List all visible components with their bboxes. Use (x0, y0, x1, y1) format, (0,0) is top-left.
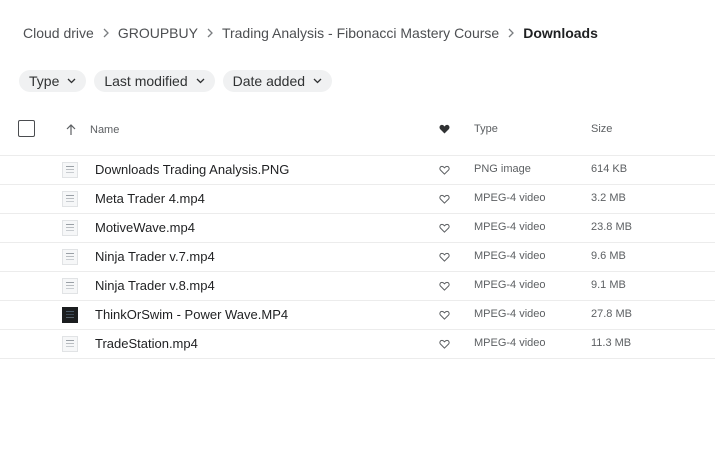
file-size: 11.3 MB (591, 337, 632, 349)
type-column-header[interactable]: Type (474, 123, 498, 135)
breadcrumb-groupbuy[interactable]: GROUPBUY (118, 25, 198, 41)
video-thumb-icon (62, 336, 78, 352)
heart-outline-icon[interactable] (439, 194, 450, 204)
table-row[interactable]: Ninja Trader v.7.mp4 MPEG-4 video 9.6 MB (0, 243, 715, 272)
table-row[interactable]: Downloads Trading Analysis.PNG PNG image… (0, 156, 715, 185)
file-size: 23.8 MB (591, 221, 632, 233)
file-list: Downloads Trading Analysis.PNG PNG image… (0, 156, 715, 359)
select-all-checkbox[interactable] (18, 120, 35, 137)
date-added-filter-label: Date added (232, 73, 306, 89)
filter-bar: Type Last modified Date added (19, 70, 333, 92)
file-type: MPEG-4 video (474, 308, 546, 320)
video-thumb-icon (62, 249, 78, 265)
file-size: 9.1 MB (591, 279, 626, 291)
breadcrumb-cloud-drive[interactable]: Cloud drive (23, 25, 94, 41)
type-filter-label: Type (29, 73, 60, 89)
table-row[interactable]: Ninja Trader v.8.mp4 MPEG-4 video 9.1 MB (0, 272, 715, 301)
file-name: ThinkOrSwim - Power Wave.MP4 (95, 307, 289, 322)
last-modified-filter-button[interactable]: Last modified (94, 70, 215, 92)
heart-outline-icon[interactable] (439, 339, 450, 349)
table-header: Name Type Size (0, 112, 715, 156)
size-column-header[interactable]: Size (591, 123, 612, 135)
heart-outline-icon[interactable] (439, 165, 450, 175)
file-type: MPEG-4 video (474, 250, 546, 262)
file-size: 27.8 MB (591, 308, 632, 320)
heart-outline-icon[interactable] (439, 310, 450, 320)
file-name: MotiveWave.mp4 (95, 220, 195, 235)
heart-outline-icon[interactable] (439, 223, 450, 233)
type-filter-button[interactable]: Type (19, 70, 87, 92)
chevron-right-icon (94, 28, 118, 38)
date-added-filter-button[interactable]: Date added (222, 70, 333, 92)
chevron-right-icon (198, 28, 222, 38)
file-type: MPEG-4 video (474, 337, 546, 349)
video-thumb-icon (62, 220, 78, 236)
file-name: Meta Trader 4.mp4 (95, 191, 205, 206)
file-name: Downloads Trading Analysis.PNG (95, 162, 290, 177)
file-type: PNG image (474, 163, 531, 175)
file-type: MPEG-4 video (474, 192, 546, 204)
video-thumb-dark-icon (62, 307, 78, 323)
chevron-down-icon (196, 78, 205, 84)
file-name: Ninja Trader v.7.mp4 (95, 249, 215, 264)
table-row[interactable]: ThinkOrSwim - Power Wave.MP4 MPEG-4 vide… (0, 301, 715, 330)
sort-ascending-icon[interactable] (66, 124, 76, 136)
heart-filled-icon[interactable] (439, 124, 450, 134)
chevron-right-icon (499, 28, 523, 38)
heart-outline-icon[interactable] (439, 281, 450, 291)
chevron-down-icon (313, 78, 322, 84)
breadcrumb-trading-analysis[interactable]: Trading Analysis - Fibonacci Mastery Cou… (222, 25, 499, 41)
table-row[interactable]: TradeStation.mp4 MPEG-4 video 11.3 MB (0, 330, 715, 359)
image-thumb-icon (62, 162, 78, 178)
file-type: MPEG-4 video (474, 279, 546, 291)
breadcrumb-downloads: Downloads (523, 25, 598, 41)
video-thumb-icon (62, 191, 78, 207)
chevron-down-icon (67, 78, 76, 84)
file-size: 3.2 MB (591, 192, 626, 204)
file-type: MPEG-4 video (474, 221, 546, 233)
file-name: Ninja Trader v.8.mp4 (95, 278, 215, 293)
file-name: TradeStation.mp4 (95, 336, 198, 351)
table-row[interactable]: Meta Trader 4.mp4 MPEG-4 video 3.2 MB (0, 185, 715, 214)
file-size: 9.6 MB (591, 250, 626, 262)
file-size: 614 KB (591, 163, 628, 175)
breadcrumb: Cloud drive GROUPBUY Trading Analysis - … (23, 25, 598, 41)
video-thumb-icon (62, 278, 78, 294)
heart-outline-icon[interactable] (439, 252, 450, 262)
table-row[interactable]: MotiveWave.mp4 MPEG-4 video 23.8 MB (0, 214, 715, 243)
last-modified-filter-label: Last modified (104, 73, 188, 89)
name-column-header[interactable]: Name (90, 124, 119, 136)
